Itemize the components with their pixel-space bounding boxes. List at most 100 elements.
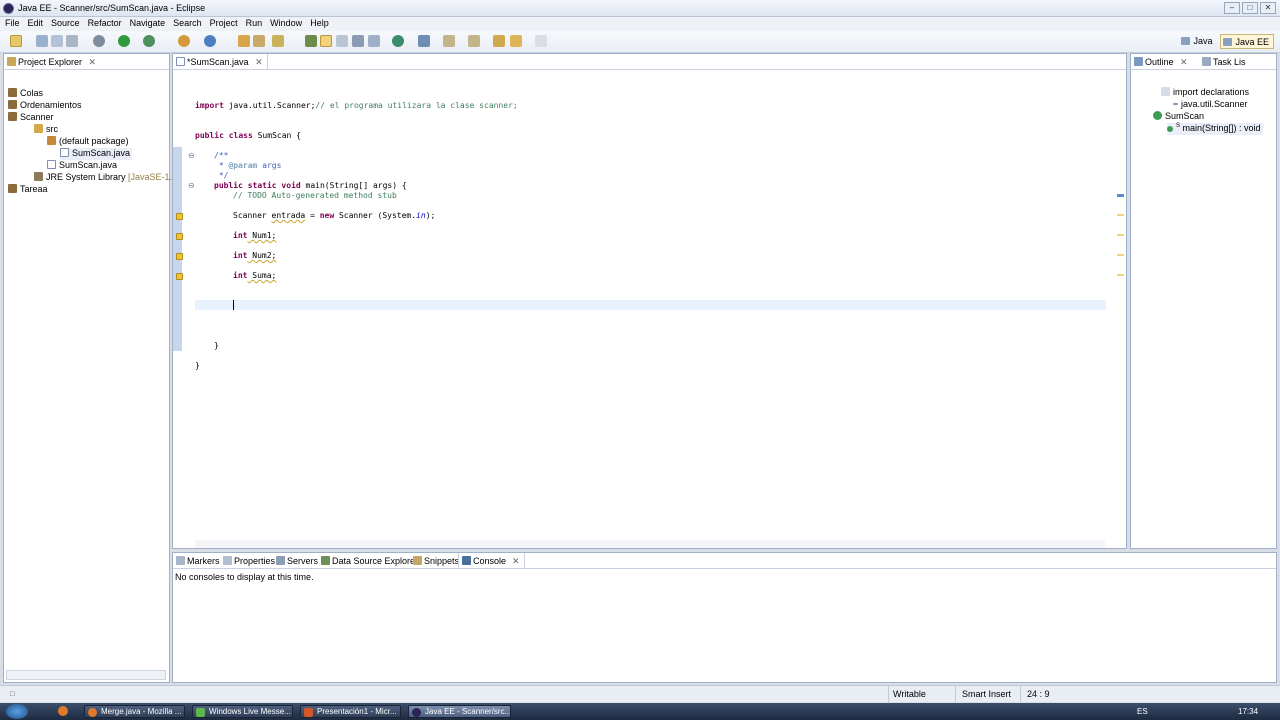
menu-help[interactable]: Help bbox=[307, 17, 334, 31]
fast-view-icon[interactable]: □ bbox=[10, 689, 20, 698]
overview-warning[interactable] bbox=[1117, 274, 1124, 276]
outline-item-class[interactable]: SumScan bbox=[1153, 111, 1204, 123]
overview-warning[interactable] bbox=[1117, 214, 1124, 216]
forward-icon[interactable] bbox=[535, 35, 547, 47]
toggle-mark-icon[interactable] bbox=[305, 35, 317, 47]
next-annotation-icon[interactable] bbox=[443, 35, 455, 47]
close-icon[interactable]: ✕ bbox=[1180, 57, 1188, 67]
open-task-icon[interactable] bbox=[253, 35, 265, 47]
block-selection-icon[interactable] bbox=[352, 35, 364, 47]
close-icon[interactable]: ✕ bbox=[255, 57, 263, 67]
fold-icon[interactable]: ⊖ bbox=[188, 181, 195, 190]
save-all-icon[interactable] bbox=[51, 35, 63, 47]
tab-data-source-explorer[interactable]: Data Source Explorer bbox=[318, 553, 422, 568]
tab-sumscan-java[interactable]: *SumScan.java ✕ bbox=[173, 54, 268, 69]
tree-item-colas[interactable]: Colas bbox=[8, 88, 43, 100]
menu-project[interactable]: Project bbox=[207, 17, 243, 31]
tab-snippets[interactable]: Snippets bbox=[410, 553, 463, 568]
tab-markers[interactable]: Markers bbox=[173, 553, 224, 568]
previous-annotation-icon[interactable] bbox=[468, 35, 480, 47]
code-line-scanner[interactable]: Scanner entrada = new Scanner (System.in… bbox=[233, 211, 435, 220]
close-icon[interactable]: ✕ bbox=[89, 57, 97, 67]
perspective-java[interactable]: Java bbox=[1179, 34, 1216, 49]
editor-horizontal-scrollbar[interactable] bbox=[195, 540, 1105, 548]
menu-file[interactable]: File bbox=[2, 17, 25, 31]
window-title: Java EE - Scanner/src/SumScan.java - Ecl… bbox=[18, 3, 206, 13]
tab-outline[interactable]: Outline ✕ bbox=[1131, 54, 1192, 69]
outline-item-main[interactable]: S main(String[]) : void bbox=[1167, 123, 1263, 135]
tab-label: Console bbox=[473, 556, 507, 566]
menu-navigate[interactable]: Navigate bbox=[127, 17, 171, 31]
tab-label: Properties bbox=[234, 556, 276, 566]
perspective-javaee[interactable]: Java EE bbox=[1220, 34, 1274, 49]
menu-run[interactable]: Run bbox=[243, 17, 268, 31]
outline-item-import-scanner[interactable]: java.util.Scanner bbox=[1173, 99, 1248, 111]
close-icon[interactable]: ✕ bbox=[512, 556, 520, 566]
show-whitespace-icon[interactable] bbox=[368, 35, 380, 47]
open-type-icon[interactable] bbox=[238, 35, 250, 47]
code-line-close-class[interactable]: } bbox=[195, 361, 200, 370]
tab-properties[interactable]: Properties bbox=[220, 553, 279, 568]
code-line-num1[interactable]: int Num1; bbox=[233, 231, 276, 240]
code-line-todo[interactable]: // TODO Auto-generated method stub bbox=[233, 191, 397, 200]
menu-search[interactable]: Search bbox=[170, 17, 207, 31]
tree-item-jre-library[interactable]: JRE System Library [JavaSE-1.6] bbox=[34, 172, 180, 184]
close-button[interactable]: ✕ bbox=[1260, 2, 1276, 14]
taskbar-item-eclipse[interactable]: Java EE - Scanner/src... bbox=[408, 705, 511, 718]
clock[interactable]: 17:34 bbox=[1238, 707, 1258, 716]
tree-item-scanner[interactable]: Scanner bbox=[8, 112, 54, 124]
code-line-import[interactable]: import java.util.Scanner;// el programa … bbox=[195, 101, 518, 110]
taskbar-item-firefox[interactable]: Merge.java - Mozilla ... bbox=[84, 705, 185, 718]
save-icon[interactable] bbox=[36, 35, 48, 47]
new-class-icon[interactable] bbox=[204, 35, 216, 47]
debug-icon[interactable] bbox=[93, 35, 105, 47]
last-edit-icon[interactable] bbox=[493, 35, 505, 47]
firefox-quicklaunch-icon[interactable] bbox=[58, 706, 68, 716]
tree-item-sumscan-java-2[interactable]: SumScan.java bbox=[47, 160, 117, 172]
code-line-num2[interactable]: int Num2; bbox=[233, 251, 276, 260]
overview-warning[interactable] bbox=[1117, 254, 1124, 256]
run-external-icon[interactable] bbox=[143, 35, 155, 47]
code-line-javadoc-close[interactable]: */ bbox=[214, 171, 229, 180]
print-icon[interactable] bbox=[66, 35, 78, 47]
fold-icon[interactable]: ⊖ bbox=[188, 151, 195, 160]
back-icon[interactable] bbox=[510, 35, 522, 47]
tab-console[interactable]: Console ✕ bbox=[458, 553, 525, 568]
code-line-close-method[interactable]: } bbox=[214, 341, 219, 350]
sync-icon[interactable] bbox=[418, 35, 430, 47]
menu-source[interactable]: Source bbox=[48, 17, 85, 31]
overview-warning[interactable] bbox=[1117, 234, 1124, 236]
tab-task-list[interactable]: Task Lis bbox=[1199, 54, 1250, 69]
new-server-icon[interactable] bbox=[178, 35, 190, 47]
toggle-breadcrumb-icon[interactable] bbox=[336, 35, 348, 47]
search-icon[interactable] bbox=[272, 35, 284, 47]
code-line-main[interactable]: public static void main(String[] args) { bbox=[214, 181, 407, 190]
horizontal-scrollbar[interactable] bbox=[6, 670, 166, 680]
tree-item-sumscan-java[interactable]: SumScan.java bbox=[60, 148, 133, 160]
taskbar-item-messenger[interactable]: Windows Live Messe... bbox=[192, 705, 293, 718]
menu-refactor[interactable]: Refactor bbox=[85, 17, 127, 31]
code-line-suma[interactable]: int Suma; bbox=[233, 271, 276, 280]
tree-item-tareaa[interactable]: Tareaa bbox=[8, 184, 48, 196]
toggle-highlight-icon[interactable] bbox=[320, 35, 332, 47]
web-browser-icon[interactable] bbox=[392, 35, 404, 47]
tree-item-ordenamientos[interactable]: Ordenamientos bbox=[8, 100, 82, 112]
minimize-button[interactable]: – bbox=[1224, 2, 1240, 14]
maximize-button[interactable]: □ bbox=[1242, 2, 1258, 14]
overview-marker[interactable] bbox=[1117, 194, 1124, 197]
outline-item-imports[interactable]: import declarations bbox=[1161, 87, 1249, 99]
tree-item-src[interactable]: src bbox=[34, 124, 58, 136]
menu-edit[interactable]: Edit bbox=[25, 17, 49, 31]
tree-item-default-package[interactable]: (default package) bbox=[47, 136, 129, 148]
menu-window[interactable]: Window bbox=[267, 17, 307, 31]
run-icon[interactable] bbox=[118, 35, 130, 47]
tab-project-explorer[interactable]: Project Explorer ✕ bbox=[4, 54, 100, 69]
language-indicator[interactable]: ES bbox=[1137, 707, 1148, 716]
new-icon[interactable] bbox=[10, 35, 22, 47]
code-line-javadoc-open[interactable]: /** bbox=[214, 151, 228, 160]
code-line-class[interactable]: public class SumScan { bbox=[195, 131, 301, 140]
code-line-javadoc-param[interactable]: * @param args bbox=[214, 161, 282, 170]
taskbar-item-powerpoint[interactable]: Presentación1 - Micr... bbox=[300, 705, 401, 718]
tab-servers[interactable]: Servers bbox=[273, 553, 322, 568]
start-button[interactable] bbox=[6, 704, 28, 719]
